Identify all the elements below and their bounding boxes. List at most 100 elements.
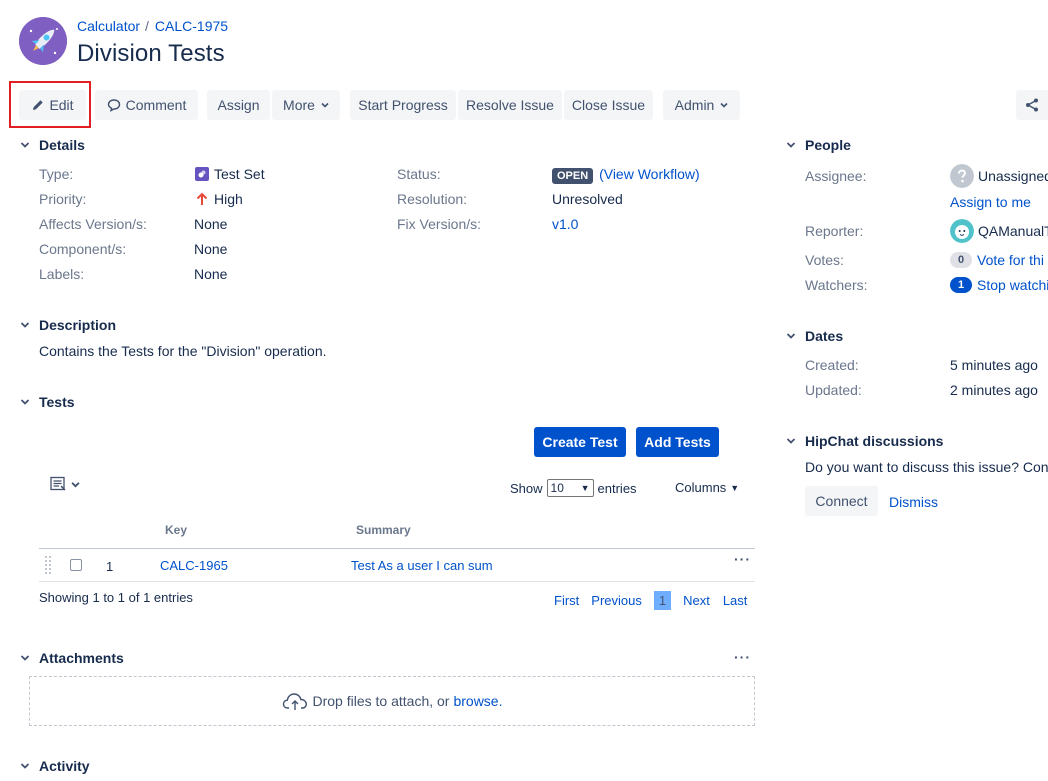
add-tests-button[interactable]: Add Tests [636,427,719,457]
activity-heading: Activity [39,758,90,774]
breadcrumb-issue-link[interactable]: CALC-1975 [155,18,228,34]
labels-value: None [194,266,228,282]
resolve-issue-label: Resolve Issue [466,97,554,113]
edit-button-label: Edit [49,97,74,113]
tests-heading: Tests [39,394,75,410]
vote-link[interactable]: Vote for thi [977,252,1044,268]
dropzone-text: Drop files to attach, or [312,693,450,709]
component-label: Component/s: [39,241,127,257]
watchers-label: Watchers: [805,277,868,293]
component-value: None [194,241,228,257]
pager-next[interactable]: Next [683,593,710,608]
people-section-toggle[interactable]: People [786,137,851,153]
reporter-value: QAManualT [950,219,1048,243]
arrow-up-icon [196,192,208,205]
dates-section-toggle[interactable]: Dates [786,328,843,344]
pagination: First Previous 1 Next Last [554,591,747,610]
details-section-toggle[interactable]: Details [20,137,85,153]
comment-icon [107,99,120,112]
type-label: Type: [39,166,74,182]
resolve-issue-button[interactable]: Resolve Issue [458,90,562,120]
connect-button[interactable]: Connect [805,486,878,516]
chevron-down-icon [786,333,796,339]
attachments-heading: Attachments [39,650,124,666]
start-progress-button[interactable]: Start Progress [350,90,456,120]
chevron-down-icon [786,438,796,444]
stop-watching-link[interactable]: Stop watchi [977,277,1048,293]
page-size-select[interactable]: 10 ▼ [546,479,594,497]
more-icon[interactable]: ··· [734,551,751,567]
breadcrumb-project-link[interactable]: Calculator [77,18,140,34]
page-size-value: 10 [550,481,564,495]
assign-to-me-link[interactable]: Assign to me [950,194,1031,210]
reporter-name[interactable]: QAManualT [978,223,1048,239]
view-workflow-link[interactable]: (View Workflow) [599,166,700,182]
votes-value: 0 Vote for thi [950,252,1044,268]
chevron-down-icon [20,142,30,148]
project-avatar[interactable] [19,17,67,65]
test-set-icon [195,167,209,181]
affects-version-label: Affects Version/s: [39,216,147,232]
attachments-section-toggle[interactable]: Attachments [20,650,124,666]
type-value: Test Set [195,166,265,182]
description-section-toggle[interactable]: Description [20,317,116,333]
row-checkbox[interactable] [70,559,82,571]
comment-button[interactable]: Comment [95,90,198,120]
pager-previous[interactable]: Previous [591,593,642,608]
start-progress-label: Start Progress [358,97,448,113]
close-issue-label: Close Issue [571,97,646,113]
tests-section-toggle[interactable]: Tests [20,394,75,410]
admin-button[interactable]: Admin [663,90,740,120]
more-button[interactable]: More [272,90,340,120]
row-key-link[interactable]: CALC-1965 [160,558,228,573]
close-issue-button[interactable]: Close Issue [564,90,653,120]
assign-button[interactable]: Assign [207,90,270,120]
rocket-icon [19,17,67,65]
comment-button-label: Comment [125,97,187,113]
column-header-summary[interactable]: Summary [356,523,411,537]
updated-label: Updated: [805,382,862,398]
pager-first[interactable]: First [554,593,579,608]
select-arrow-icon: ▼ [580,483,590,493]
votes-label: Votes: [805,252,844,268]
pencil-icon [33,100,44,110]
activity-section-toggle[interactable]: Activity [20,758,90,774]
people-heading: People [805,137,851,153]
table-row: 1 CALC-1965 Test As a user I can sum ··· [39,549,755,581]
hipchat-section-toggle[interactable]: HipChat discussions [786,433,943,449]
fix-version-link[interactable]: v1.0 [552,216,578,232]
share-button[interactable] [1016,90,1048,120]
list-view-icon [50,476,66,491]
row-summary-link[interactable]: Test As a user I can sum [351,558,493,573]
chevron-down-icon [20,399,30,405]
assignee-value: Unassigned [950,164,1048,188]
view-options-button[interactable] [50,476,80,492]
description-heading: Description [39,317,117,333]
breadcrumb-separator: / [145,18,149,34]
resolution-value: Unresolved [552,191,623,207]
columns-dropdown[interactable]: Columns ▼ [675,480,739,495]
description-text[interactable]: Contains the Tests for the "Division" op… [39,343,327,359]
columns-label: Columns [675,480,727,495]
dates-heading: Dates [805,328,844,344]
cloud-upload-icon [282,693,307,710]
status-value: OPEN (View Workflow) [552,166,700,184]
votes-count-badge: 0 [950,252,972,268]
priority-value: High [195,191,243,207]
pager-last[interactable]: Last [723,593,748,608]
browse-link[interactable]: browse. [453,693,502,709]
chevron-down-icon [20,655,30,661]
assignee-name: Unassigned [978,168,1048,184]
more-icon[interactable]: ··· [734,649,751,665]
fix-version-label: Fix Version/s: [397,216,482,232]
pager-current-page[interactable]: 1 [653,591,672,610]
page-title: Division Tests [77,40,225,67]
edit-button[interactable]: Edit [19,90,86,120]
attachment-dropzone[interactable]: Drop files to attach, or browse. [29,676,755,726]
column-header-key[interactable]: Key [165,523,187,537]
create-test-button[interactable]: Create Test [534,427,626,457]
drag-handle-icon[interactable] [44,555,52,575]
status-badge: OPEN [552,168,594,184]
dismiss-link[interactable]: Dismiss [889,494,938,510]
page-size-control: Show 10 ▼ entries [510,479,637,497]
